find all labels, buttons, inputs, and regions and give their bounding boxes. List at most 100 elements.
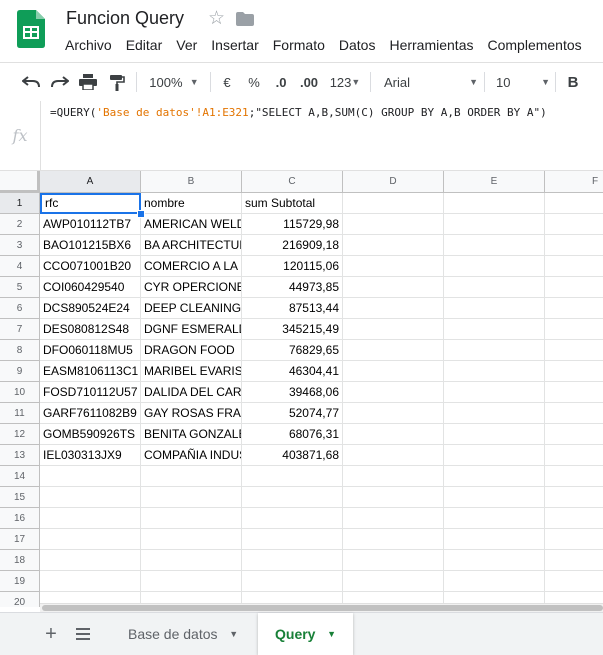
cell-d5[interactable] [343,277,444,298]
cell-d1[interactable] [343,193,444,214]
row-header-4[interactable]: 4 [0,256,40,277]
cell-d18[interactable] [343,550,444,571]
cell-e15[interactable] [444,487,545,508]
menu-editar[interactable]: Editar [119,36,170,56]
cell-b14[interactable] [141,466,242,487]
cell-b4[interactable]: COMERCIO A LA [141,256,242,277]
menu-insertar[interactable]: Insertar [204,36,265,56]
cell-b12[interactable]: BENITA GONZALEZ [141,424,242,445]
cell-c10[interactable]: 39468,06 [242,382,343,403]
redo-icon[interactable] [47,63,73,101]
cell-f19[interactable] [545,571,603,592]
all-sheets-icon[interactable] [72,613,94,655]
row-header-15[interactable]: 15 [0,487,40,508]
cell-a18[interactable] [40,550,141,571]
cell-e12[interactable] [444,424,545,445]
cell-c15[interactable] [242,487,343,508]
cell-e17[interactable] [444,529,545,550]
sheets-logo-icon[interactable] [17,10,45,48]
column-header-e[interactable]: E [444,171,545,193]
row-header-5[interactable]: 5 [0,277,40,298]
cell-f6[interactable] [545,298,603,319]
cell-b15[interactable] [141,487,242,508]
chevron-down-icon[interactable]: ▼ [327,629,336,639]
cell-d15[interactable] [343,487,444,508]
cell-e10[interactable] [444,382,545,403]
row-header-3[interactable]: 3 [0,235,40,256]
cell-c14[interactable] [242,466,343,487]
cell-e4[interactable] [444,256,545,277]
cell-b16[interactable] [141,508,242,529]
menu-archivo[interactable]: Archivo [58,36,119,56]
row-header-9[interactable]: 9 [0,361,40,382]
cell-e14[interactable] [444,466,545,487]
cell-f11[interactable] [545,403,603,424]
cell-b9[interactable]: MARIBEL EVARISTO [141,361,242,382]
cell-a13[interactable]: IEL030313JX9 [40,445,141,466]
cell-f5[interactable] [545,277,603,298]
cell-c8[interactable]: 76829,65 [242,340,343,361]
cell-f12[interactable] [545,424,603,445]
cell-a2[interactable]: AWP010112TB7 [40,214,141,235]
row-header-14[interactable]: 14 [0,466,40,487]
cell-e2[interactable] [444,214,545,235]
menu-datos[interactable]: Datos [332,36,383,56]
cell-f17[interactable] [545,529,603,550]
print-icon[interactable] [75,63,101,101]
cell-c18[interactable] [242,550,343,571]
bold-button[interactable]: B [562,63,584,101]
horizontal-scrollbar-thumb[interactable] [42,605,603,611]
cell-d2[interactable] [343,214,444,235]
cell-b6[interactable]: DEEP CLEANING [141,298,242,319]
menu-formato[interactable]: Formato [266,36,332,56]
fill-handle[interactable] [137,210,145,218]
select-all-corner[interactable] [0,171,40,193]
cell-c4[interactable]: 120115,06 [242,256,343,277]
cell-b7[interactable]: DGNF ESMERALDA [141,319,242,340]
cell-a19[interactable] [40,571,141,592]
currency-format-button[interactable]: € [218,63,236,101]
cell-a5[interactable]: COI060429540 [40,277,141,298]
sheet-tab-query[interactable]: Query ▼ [258,613,353,655]
cell-e5[interactable] [444,277,545,298]
cell-a6[interactable]: DCS890524E24 [40,298,141,319]
cell-b13[interactable]: COMPAÑIA INDUSTRIAL [141,445,242,466]
formula-input[interactable]: =QUERY('Base de datos'!A1:E321;"SELECT A… [50,106,547,119]
cell-d7[interactable] [343,319,444,340]
cell-d9[interactable] [343,361,444,382]
cell-e8[interactable] [444,340,545,361]
increase-decimal-button[interactable]: .00 [296,63,322,101]
decrease-decimal-button[interactable]: .0 [271,63,291,101]
menu-complementos[interactable]: Complementos [480,36,588,56]
cell-c19[interactable] [242,571,343,592]
cell-f8[interactable] [545,340,603,361]
cell-b8[interactable]: DRAGON FOOD [141,340,242,361]
cell-f10[interactable] [545,382,603,403]
column-header-d[interactable]: D [343,171,444,193]
cell-a4[interactable]: CCO071001B20 [40,256,141,277]
cell-f3[interactable] [545,235,603,256]
row-header-7[interactable]: 7 [0,319,40,340]
row-header-10[interactable]: 10 [0,382,40,403]
row-header-16[interactable]: 16 [0,508,40,529]
cell-e19[interactable] [444,571,545,592]
column-header-f[interactable]: F [545,171,603,193]
row-header-13[interactable]: 13 [0,445,40,466]
cell-f16[interactable] [545,508,603,529]
cell-d3[interactable] [343,235,444,256]
cell-a10[interactable]: FOSD710112U57 [40,382,141,403]
cell-d11[interactable] [343,403,444,424]
cell-c2[interactable]: 115729,98 [242,214,343,235]
cell-f13[interactable] [545,445,603,466]
column-header-c[interactable]: C [242,171,343,193]
cell-b2[interactable]: AMERICAN WELDING [141,214,242,235]
add-sheet-icon[interactable]: + [40,613,62,655]
cell-b5[interactable]: CYR OPERCIONES [141,277,242,298]
row-header-1[interactable]: 1 [0,193,40,214]
row-header-17[interactable]: 17 [0,529,40,550]
cell-c6[interactable]: 87513,44 [242,298,343,319]
row-header-18[interactable]: 18 [0,550,40,571]
cell-e7[interactable] [444,319,545,340]
cell-b17[interactable] [141,529,242,550]
cell-d10[interactable] [343,382,444,403]
